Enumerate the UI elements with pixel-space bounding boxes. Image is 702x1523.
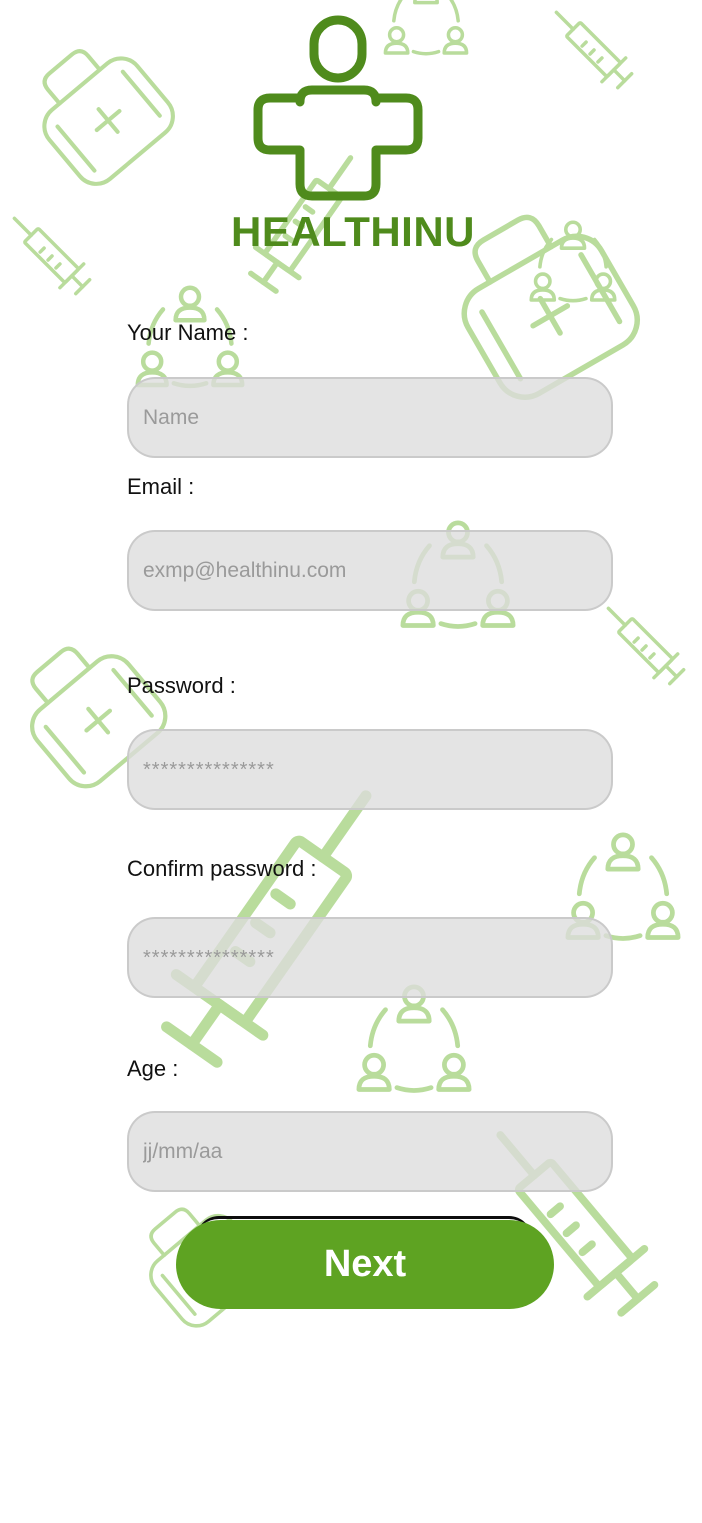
password-field-container: [127, 729, 613, 810]
confirm-password-input[interactable]: [141, 944, 611, 971]
email-input[interactable]: [141, 557, 611, 584]
email-field-container: [127, 530, 613, 611]
confirm-password-field-container: [127, 917, 613, 998]
age-input[interactable]: [141, 1138, 611, 1165]
password-label: Password :: [127, 673, 236, 698]
confirm-password-label: Confirm password :: [127, 856, 317, 881]
age-field-container: [127, 1111, 613, 1192]
brand-name: HEALTHINU: [230, 208, 476, 255]
name-field-container: [127, 377, 613, 458]
next-button[interactable]: Next: [176, 1220, 554, 1309]
password-input[interactable]: [141, 756, 611, 783]
name-label: Your Name :: [127, 320, 249, 345]
signup-screen: HEALTHINU Your Name : Email : Password :…: [0, 0, 702, 1523]
name-input[interactable]: [141, 404, 611, 431]
email-label: Email :: [127, 474, 195, 499]
medical-cross-person-icon: [253, 15, 423, 201]
age-label: Age :: [127, 1056, 179, 1081]
